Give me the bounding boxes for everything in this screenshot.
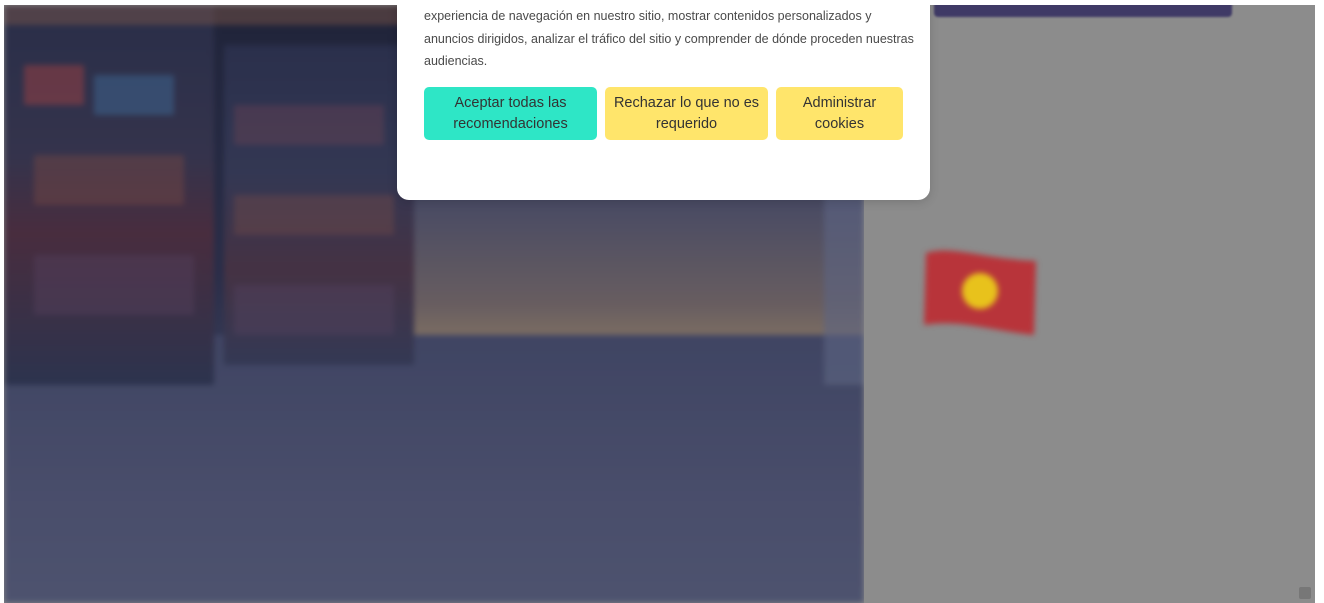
manage-cookies-button[interactable]: Administrar cookies	[776, 87, 903, 140]
resize-icon	[1299, 587, 1311, 599]
cookie-consent-dialog: experiencia de navegación en nuestro sit…	[397, 5, 930, 200]
flag-icon	[924, 250, 1036, 335]
sidebar	[864, 5, 1315, 603]
accept-all-button[interactable]: Aceptar todas las recomendaciones	[424, 87, 597, 140]
page-viewport: experiencia de navegación en nuestro sit…	[4, 5, 1315, 603]
reject-non-required-button[interactable]: Rechazar lo que no es requerido	[605, 87, 768, 140]
cookie-consent-text: experiencia de navegación en nuestro sit…	[424, 9, 914, 68]
sidebar-primary-button[interactable]	[934, 5, 1232, 17]
